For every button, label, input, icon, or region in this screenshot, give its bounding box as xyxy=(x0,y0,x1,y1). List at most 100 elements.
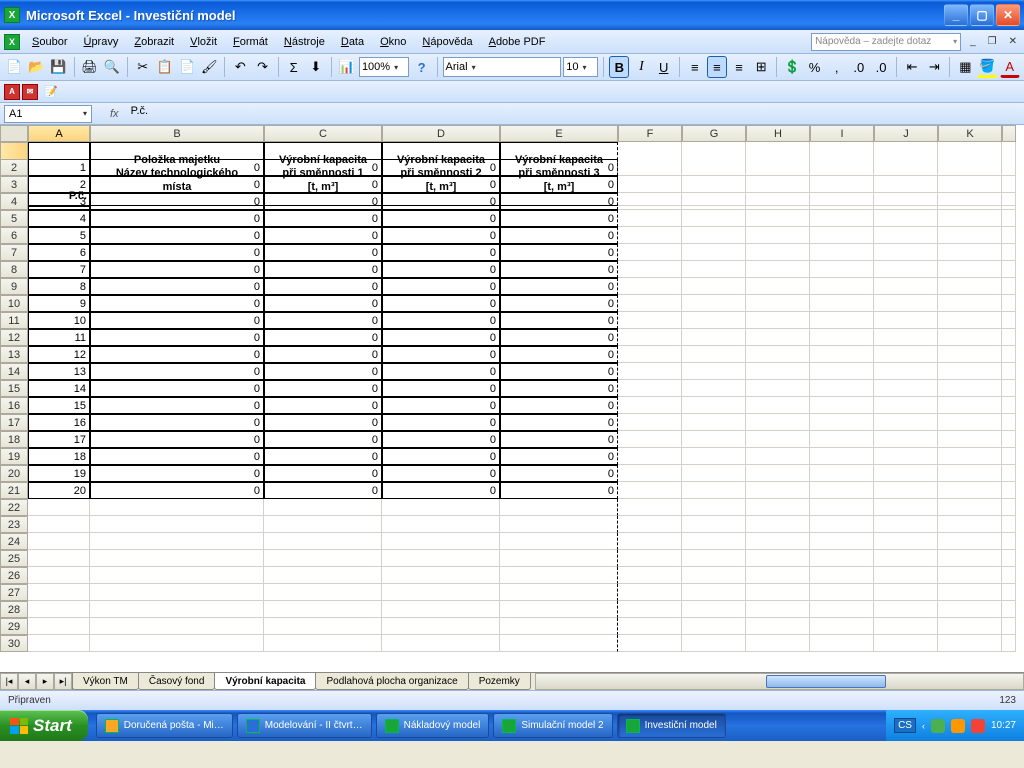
cell-26-A[interactable] xyxy=(28,567,90,584)
cell-21-C[interactable]: 0 xyxy=(264,482,382,499)
cell-15-J[interactable] xyxy=(874,380,938,397)
row-header-9[interactable]: 9 xyxy=(0,278,28,295)
cell-17-I[interactable] xyxy=(810,414,874,431)
cell-29-E[interactable] xyxy=(500,618,618,635)
comma-button[interactable]: , xyxy=(827,56,847,78)
cell-5-B[interactable]: 0 xyxy=(90,210,264,227)
cell-17-C[interactable]: 0 xyxy=(264,414,382,431)
decrease-decimal-button[interactable]: .0 xyxy=(871,56,891,78)
clock[interactable]: 10:27 xyxy=(991,720,1016,731)
cell-13-K[interactable] xyxy=(938,346,1002,363)
cell-29-H[interactable] xyxy=(746,618,810,635)
row-header-15[interactable]: 15 xyxy=(0,380,28,397)
cell-3-E[interactable]: 0 xyxy=(500,176,618,193)
cell-3-J[interactable] xyxy=(874,176,938,193)
cell-15-E[interactable]: 0 xyxy=(500,380,618,397)
col-header-J[interactable]: J xyxy=(874,125,938,142)
row-header-10[interactable]: 10 xyxy=(0,295,28,312)
cell-11-D[interactable]: 0 xyxy=(382,312,500,329)
cell-11-J[interactable] xyxy=(874,312,938,329)
col-header-G[interactable]: G xyxy=(682,125,746,142)
taskbar-item-1[interactable]: Modelování - II čtvrt… xyxy=(237,713,372,738)
undo-button[interactable]: ↶ xyxy=(230,56,250,78)
cell-2-I[interactable] xyxy=(810,159,874,176)
cell-22-I[interactable] xyxy=(810,499,874,516)
cell-27-H[interactable] xyxy=(746,584,810,601)
cell-25-A[interactable] xyxy=(28,550,90,567)
cell-7-I[interactable] xyxy=(810,244,874,261)
cell-6-J[interactable] xyxy=(874,227,938,244)
cell-29-D[interactable] xyxy=(382,618,500,635)
row-header-29[interactable]: 29 xyxy=(0,618,28,635)
cell-30-B[interactable] xyxy=(90,635,264,652)
sheet-tab-0[interactable]: Výkon TM xyxy=(72,673,139,690)
cell-27-I[interactable] xyxy=(810,584,874,601)
cell-16-I[interactable] xyxy=(810,397,874,414)
cell-10-D[interactable]: 0 xyxy=(382,295,500,312)
cell-24-B[interactable] xyxy=(90,533,264,550)
cell-7-J[interactable] xyxy=(874,244,938,261)
cell-19-D[interactable]: 0 xyxy=(382,448,500,465)
cell-2-K[interactable] xyxy=(938,159,1002,176)
cell-10-K[interactable] xyxy=(938,295,1002,312)
cell-14-E[interactable]: 0 xyxy=(500,363,618,380)
row-header-23[interactable]: 23 xyxy=(0,516,28,533)
cell-18-J[interactable] xyxy=(874,431,938,448)
cell-13-G[interactable] xyxy=(682,346,746,363)
cell-17-H[interactable] xyxy=(746,414,810,431)
cell-18-F[interactable] xyxy=(618,431,682,448)
sheet-prev-button[interactable]: ◂ xyxy=(18,673,36,690)
cell-20-B[interactable]: 0 xyxy=(90,465,264,482)
cell-23-E[interactable] xyxy=(500,516,618,533)
cell-11-C[interactable]: 0 xyxy=(264,312,382,329)
autosum-button[interactable]: Σ xyxy=(284,56,304,78)
cell-27-K[interactable] xyxy=(938,584,1002,601)
cell-28-C[interactable] xyxy=(264,601,382,618)
cell-8-H[interactable] xyxy=(746,261,810,278)
cell-19-B[interactable]: 0 xyxy=(90,448,264,465)
cell-6-C[interactable]: 0 xyxy=(264,227,382,244)
font-size-select[interactable]: 10▾ xyxy=(563,57,598,77)
cell-30-I[interactable] xyxy=(810,635,874,652)
cell-23-C[interactable] xyxy=(264,516,382,533)
cell-15-C[interactable]: 0 xyxy=(264,380,382,397)
taskbar-item-0[interactable]: Doručená pošta - Mi… xyxy=(96,713,233,738)
borders-button[interactable]: ▦ xyxy=(955,56,975,78)
cell-22-C[interactable] xyxy=(264,499,382,516)
cell-2-E[interactable]: 0 xyxy=(500,159,618,176)
cell-30-D[interactable] xyxy=(382,635,500,652)
cell-9-J[interactable] xyxy=(874,278,938,295)
cell-17-J[interactable] xyxy=(874,414,938,431)
cell-26-I[interactable] xyxy=(810,567,874,584)
close-button[interactable]: ✕ xyxy=(996,4,1020,26)
cell-27-G[interactable] xyxy=(682,584,746,601)
cell-25-F[interactable] xyxy=(618,550,682,567)
help-search-input[interactable]: Nápověda – zadejte dotaz▾ xyxy=(811,33,961,51)
cell-27-B[interactable] xyxy=(90,584,264,601)
tray-icon-3[interactable] xyxy=(971,719,985,733)
font-select[interactable]: Arial▾ xyxy=(443,57,562,77)
cell-29-B[interactable] xyxy=(90,618,264,635)
menu-úpravy[interactable]: Úpravy xyxy=(75,34,126,50)
cell-16-E[interactable]: 0 xyxy=(500,397,618,414)
align-center-button[interactable]: ≡ xyxy=(707,56,727,78)
cell-29-I[interactable] xyxy=(810,618,874,635)
cell-23-H[interactable] xyxy=(746,516,810,533)
cell-30-G[interactable] xyxy=(682,635,746,652)
currency-button[interactable]: 💲 xyxy=(782,56,802,78)
cell-7-H[interactable] xyxy=(746,244,810,261)
sheet-tab-3[interactable]: Podlahová plocha organizace xyxy=(315,673,468,690)
pdf-review-button[interactable]: 📝 xyxy=(40,81,62,103)
cell-24-F[interactable] xyxy=(618,533,682,550)
cell-10-A[interactable]: 9 xyxy=(28,295,90,312)
cell-4-H[interactable] xyxy=(746,193,810,210)
pdf-mail-icon[interactable]: ✉ xyxy=(22,84,38,100)
row-header-30[interactable]: 30 xyxy=(0,635,28,652)
cell-6-F[interactable] xyxy=(618,227,682,244)
cell-4-C[interactable]: 0 xyxy=(264,193,382,210)
tray-icon-2[interactable] xyxy=(951,719,965,733)
row-header-26[interactable]: 26 xyxy=(0,567,28,584)
cell-28-D[interactable] xyxy=(382,601,500,618)
cell-26-C[interactable] xyxy=(264,567,382,584)
cell-24-G[interactable] xyxy=(682,533,746,550)
